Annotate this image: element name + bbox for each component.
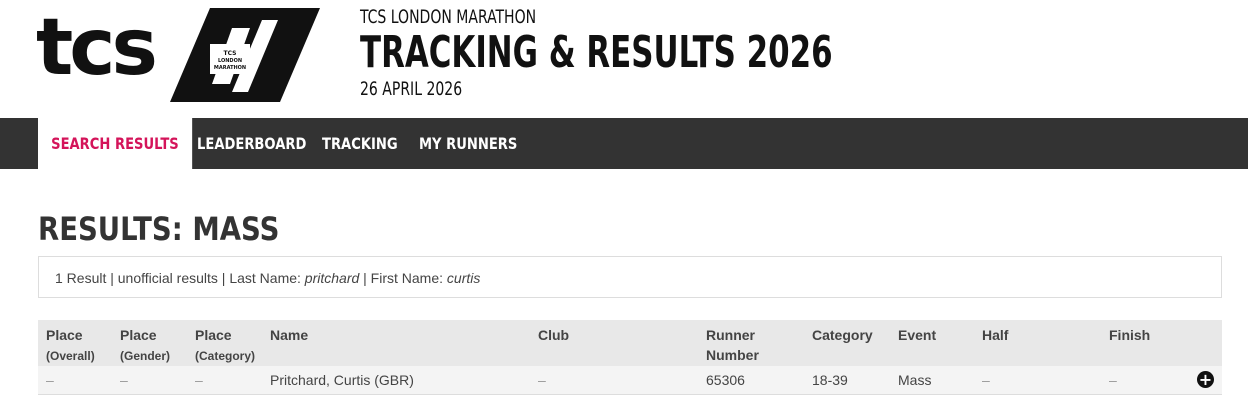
table-header: Place (Overall) Place (Gender) Place (Categ… xyxy=(38,320,1222,366)
main-nav: SEARCH RESULTS LEADERBOARD TRACKING MY R… xyxy=(0,118,1248,169)
cell-name[interactable]: Pritchard, Curtis (GBR) xyxy=(270,372,414,388)
london-marathon-logo[interactable]: TCS LONDON MARATHON xyxy=(170,8,320,102)
summary-last-name: pritchard xyxy=(304,270,360,286)
summary-first-name: curtis xyxy=(446,270,481,286)
logo-badge-line-2: LONDON xyxy=(218,58,242,64)
summary-middle: | First Name: xyxy=(359,270,447,286)
summary-prefix: 1 Result | unofficial results | Last Nam… xyxy=(55,270,305,286)
nav-leaderboard[interactable]: LEADERBOARD xyxy=(197,118,306,169)
cell-runner-number: 65306 xyxy=(706,372,745,388)
th-event[interactable]: Event xyxy=(898,325,936,345)
th-name[interactable]: Name xyxy=(270,325,308,345)
table-row[interactable]: – – – Pritchard, Curtis (GBR) – 65306 18… xyxy=(38,366,1222,395)
th-place-category[interactable]: Place (Category) xyxy=(195,325,255,366)
th-finish[interactable]: Finish xyxy=(1109,325,1150,345)
logo-badge-line-1: TCS xyxy=(224,50,237,57)
th-club[interactable]: Club xyxy=(538,325,569,345)
plus-circle-icon[interactable]: + xyxy=(1197,371,1214,388)
cell-event: Mass xyxy=(898,372,932,388)
cell-half: – xyxy=(982,372,990,388)
th-half[interactable]: Half xyxy=(982,325,1008,345)
logo-badge-line-3: MARATHON xyxy=(214,65,246,71)
results-summary: 1 Result | unofficial results | Last Nam… xyxy=(38,256,1222,298)
th-runner-number[interactable]: Runner Number xyxy=(706,325,759,365)
header-title: TRACKING & RESULTS 2026 xyxy=(360,27,833,78)
cell-place-gender: – xyxy=(120,372,128,388)
cell-finish: – xyxy=(1109,372,1117,388)
th-place-overall[interactable]: Place (Overall) xyxy=(46,325,95,366)
header-date: 26 APRIL 2026 xyxy=(360,78,463,100)
header-subtitle: TCS LONDON MARATHON xyxy=(360,6,537,28)
page-title: RESULTS: MASS xyxy=(38,210,280,248)
site-header: tcs TCS LONDON MARATHON TCS LONDON MARAT… xyxy=(0,0,1248,118)
cell-place-overall: – xyxy=(46,372,54,388)
header-titles: TCS LONDON MARATHON TRACKING & RESULTS 2… xyxy=(360,6,966,100)
cell-place-category: – xyxy=(195,372,203,388)
th-category[interactable]: Category xyxy=(812,325,873,345)
nav-tracking[interactable]: TRACKING xyxy=(322,118,398,169)
tcs-logo[interactable]: tcs xyxy=(36,8,158,88)
nav-search-results[interactable]: SEARCH RESULTS xyxy=(38,118,192,169)
results-table: Place (Overall) Place (Gender) Place (Categ… xyxy=(38,320,1222,395)
cell-category: 18-39 xyxy=(812,372,848,388)
cell-club: – xyxy=(538,372,546,388)
nav-my-runners[interactable]: MY RUNNERS xyxy=(419,118,517,169)
th-place-gender[interactable]: Place (Gender) xyxy=(120,325,170,366)
